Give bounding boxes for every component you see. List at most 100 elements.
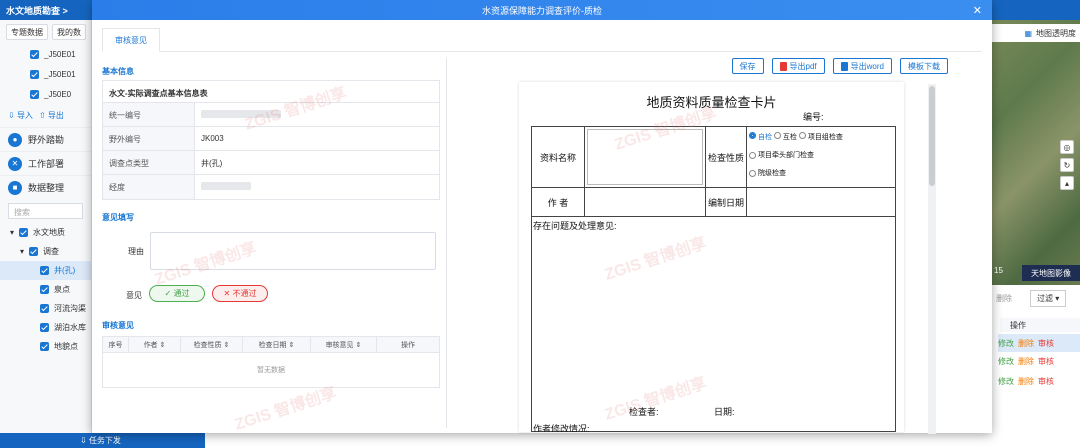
author-input[interactable] bbox=[584, 187, 706, 217]
checkbox-checked-icon[interactable] bbox=[40, 266, 49, 275]
close-icon[interactable]: ✕ bbox=[973, 4, 982, 17]
inspector-label: 检查者: bbox=[629, 407, 659, 417]
checkbox-checked-icon[interactable] bbox=[29, 247, 39, 256]
column-header[interactable]: 作者 ⇕ bbox=[129, 337, 181, 352]
compile-date-input[interactable] bbox=[746, 187, 896, 217]
layer-item[interactable]: _J50E01 bbox=[0, 64, 91, 84]
checkbox-checked-icon[interactable] bbox=[40, 304, 49, 313]
reason-textarea[interactable] bbox=[150, 232, 436, 270]
checkbox-checked-icon[interactable] bbox=[40, 323, 49, 332]
radio-icon[interactable] bbox=[749, 151, 756, 159]
opinion-section-title: 意见填写 bbox=[102, 213, 134, 222]
audit-link[interactable]: 审核 bbox=[1038, 338, 1054, 349]
info-row: 调查点类型 井(孔) bbox=[103, 151, 439, 175]
chevron-down-icon[interactable]: ▾ bbox=[10, 228, 14, 237]
map-transparency-button[interactable]: 地图透明度 bbox=[1036, 28, 1076, 39]
column-header[interactable]: 检查性质 ⇕ bbox=[181, 337, 243, 352]
basemap-switch[interactable]: 天地图影像 bbox=[1022, 265, 1080, 281]
grid-icon[interactable]: ▦ bbox=[1024, 29, 1032, 38]
audit-link[interactable]: 审核 bbox=[1038, 376, 1054, 387]
search-input[interactable]: 搜索 bbox=[8, 203, 83, 219]
checkbox-checked-icon[interactable] bbox=[30, 89, 39, 99]
import-button[interactable]: ⇩ 导入 bbox=[8, 110, 33, 121]
pdf-file-icon bbox=[779, 61, 787, 71]
audit-link[interactable]: 审核 bbox=[1038, 356, 1054, 367]
template-download-button[interactable]: 模板下载 bbox=[900, 58, 948, 74]
export-pdf-button[interactable]: 导出pdf bbox=[771, 58, 825, 74]
export-word-button[interactable]: 导出word bbox=[832, 58, 892, 74]
checkbox-checked-icon[interactable] bbox=[30, 69, 39, 79]
section-data-organize[interactable]: ■ 数据整理 bbox=[0, 175, 91, 199]
chevron-up-icon[interactable]: ▴ bbox=[1060, 176, 1074, 190]
tab-topic-data[interactable]: 专题数据 bbox=[6, 24, 48, 40]
delete-link[interactable]: 删除 bbox=[1018, 356, 1034, 367]
table-row[interactable]: 修改 删除 审核 bbox=[998, 352, 1080, 370]
tree-item[interactable]: 井(孔) bbox=[0, 261, 91, 280]
tree-item[interactable]: 地貌点 bbox=[0, 337, 91, 356]
checkbox-checked-icon[interactable] bbox=[40, 342, 49, 351]
delete-link[interactable]: 删除 bbox=[1018, 376, 1034, 387]
radio-selected-icon[interactable] bbox=[749, 132, 756, 139]
chevron-down-icon[interactable]: ▾ bbox=[20, 247, 24, 256]
edit-link[interactable]: 修改 bbox=[998, 338, 1014, 349]
task-dispatch-button[interactable]: ⇩ 任务下发 bbox=[0, 433, 205, 448]
checkbox-checked-icon[interactable] bbox=[30, 49, 39, 59]
audit-table: 序号 作者 ⇕ 检查性质 ⇕ 检查日期 ⇕ 审核意见 ⇕ 操作 暂无数据 bbox=[102, 336, 440, 388]
ops-column-header: 操作 bbox=[1000, 318, 1080, 332]
layer-item[interactable]: _J50E01 bbox=[0, 44, 91, 64]
sort-icon[interactable]: ⇕ bbox=[289, 341, 295, 349]
tree-item[interactable]: 湖泊水库 bbox=[0, 318, 91, 337]
check-options-row: 自检 互检 项目组检查 bbox=[749, 132, 843, 142]
refresh-icon[interactable]: ↻ bbox=[1060, 158, 1074, 172]
tree-item[interactable]: ▾ 水文地质 bbox=[0, 223, 91, 242]
info-value: JK003 bbox=[201, 134, 224, 143]
info-key: 调查点类型 bbox=[103, 151, 195, 174]
issues-textarea[interactable] bbox=[534, 232, 890, 398]
sort-icon[interactable]: ⇕ bbox=[356, 341, 362, 349]
tab-my-data[interactable]: 我的数 bbox=[52, 24, 86, 40]
radio-institute-check[interactable]: 院级检查 bbox=[749, 168, 786, 178]
sort-icon[interactable]: ⇕ bbox=[224, 341, 230, 349]
column-header[interactable]: 检查日期 ⇕ bbox=[243, 337, 311, 352]
info-row: 经度 bbox=[103, 175, 439, 199]
radio-icon[interactable] bbox=[798, 132, 806, 139]
radio-lead-dept-check[interactable]: 项目牵头部门检查 bbox=[749, 150, 814, 160]
table-row[interactable]: 修改 删除 审核 bbox=[998, 334, 1080, 352]
tree-item[interactable]: ▾ 调查 bbox=[0, 242, 91, 261]
layer-item[interactable]: _J50E0 bbox=[0, 84, 91, 104]
radio-self-check[interactable]: 自检 bbox=[749, 132, 772, 142]
tab-audit-opinion[interactable]: 审核意见 bbox=[102, 28, 160, 52]
save-button[interactable]: 保存 bbox=[731, 58, 764, 74]
sort-icon[interactable]: ⇕ bbox=[160, 341, 166, 349]
basic-info-table-title: 水文-实际调查点基本信息表 bbox=[103, 81, 439, 103]
material-name-label: 资料名称 bbox=[531, 126, 585, 188]
reject-button[interactable]: ✕ 不通过 bbox=[212, 285, 268, 302]
map-controls: ◎ ↻ ▴ bbox=[1060, 140, 1074, 190]
section-field-survey[interactable]: ● 野外踏勘 bbox=[0, 127, 91, 151]
radio-icon[interactable] bbox=[773, 132, 781, 139]
edit-link[interactable]: 修改 bbox=[998, 356, 1014, 367]
radio-mutual-check[interactable]: 互检 bbox=[773, 132, 797, 142]
export-button[interactable]: ⇧ 导出 bbox=[39, 110, 64, 121]
globe-icon[interactable]: ◎ bbox=[1060, 140, 1074, 154]
radio-icon[interactable] bbox=[749, 169, 756, 177]
table-row[interactable]: 修改 删除 审核 bbox=[998, 372, 1080, 390]
tree-item[interactable]: 河流沟渠 bbox=[0, 299, 91, 318]
material-name-input[interactable] bbox=[587, 129, 703, 185]
batch-delete-button[interactable]: 删除 bbox=[996, 293, 1012, 304]
filter-button[interactable]: 过滤 ▾ bbox=[1030, 290, 1067, 307]
pass-button[interactable]: ✓ 通过 bbox=[149, 285, 205, 302]
checkbox-checked-icon[interactable] bbox=[19, 228, 29, 237]
column-header: 序号 bbox=[103, 337, 129, 352]
checkbox-checked-icon[interactable] bbox=[40, 285, 49, 294]
radio-project-check[interactable]: 项目组检查 bbox=[798, 132, 843, 142]
edit-link[interactable]: 修改 bbox=[998, 376, 1014, 387]
column-header[interactable]: 审核意见 ⇕ bbox=[311, 337, 377, 352]
card-scrollbar-thumb[interactable] bbox=[929, 86, 935, 186]
quality-check-card: 地质资料质量检查卡片 编号: 资料名称 检查性质 自检 互检 项目组检查 项目牵… bbox=[519, 82, 904, 432]
section-deployment[interactable]: ✕ 工作部署 bbox=[0, 151, 91, 175]
delete-link[interactable]: 删除 bbox=[1018, 338, 1034, 349]
tree-item[interactable]: 泉点 bbox=[0, 280, 91, 299]
empty-state: 暂无数据 bbox=[257, 367, 285, 374]
audit-section-title: 审核意见 bbox=[102, 321, 134, 330]
